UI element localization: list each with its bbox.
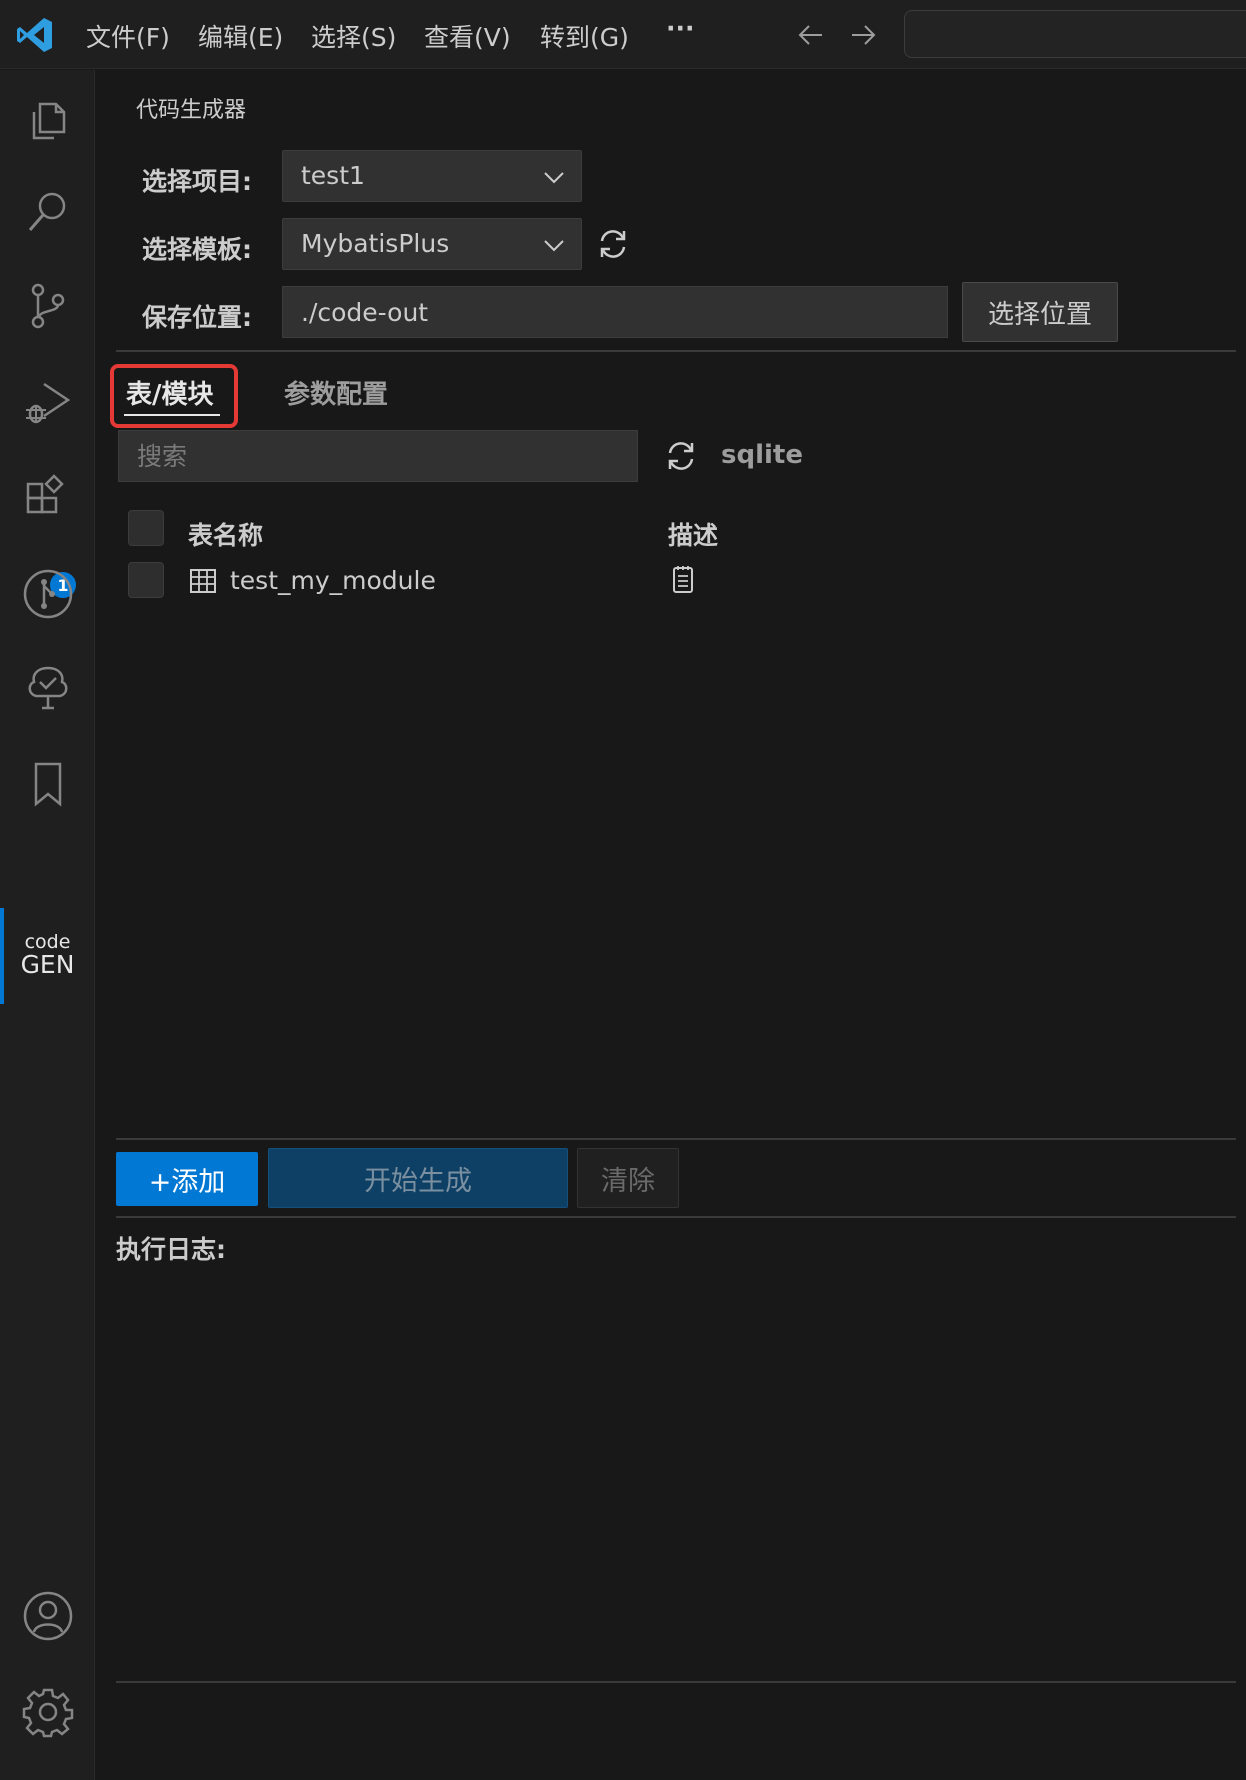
actions-divider-bottom xyxy=(116,1216,1236,1218)
col-header-table-name: 表名称 xyxy=(188,521,264,550)
db-type-label: sqlite xyxy=(721,440,803,470)
tab-parameter-config[interactable]: 参数配置 xyxy=(284,374,388,411)
start-generate-button[interactable]: 开始生成 xyxy=(268,1148,568,1208)
forward-arrow-icon[interactable] xyxy=(848,20,878,50)
title-bar: 文件(F) 编辑(E) 选择(S) 查看(V) 转到(G) ··· xyxy=(0,0,1246,69)
command-center[interactable] xyxy=(904,10,1246,58)
save-location-label: 保存位置: xyxy=(142,303,252,332)
row-table-name: test_my_module xyxy=(230,566,436,595)
source-control-icon[interactable] xyxy=(22,280,74,332)
panel-title: 代码生成器 xyxy=(136,98,247,123)
active-tab-underline xyxy=(124,414,220,416)
clear-button[interactable]: 清除 xyxy=(577,1148,679,1208)
codegen-label-top: code xyxy=(24,931,71,953)
codegen-panel: 代码生成器 选择项目: test1 选择模板: MybatisPlus 保存位置… xyxy=(96,70,1246,1780)
row-checkbox[interactable] xyxy=(128,562,164,598)
refresh-tables-icon[interactable] xyxy=(664,439,698,473)
test-tree-icon[interactable] xyxy=(22,662,74,714)
vscode-logo-icon xyxy=(17,18,52,52)
log-bottom-divider xyxy=(116,1681,1236,1683)
select-all-checkbox[interactable] xyxy=(128,510,164,546)
section-divider xyxy=(116,350,1236,352)
settings-gear-icon[interactable] xyxy=(22,1686,74,1738)
chevron-down-icon xyxy=(544,240,564,252)
menu-view[interactable]: 查看(V) xyxy=(424,18,511,54)
project-select-value: test1 xyxy=(301,161,365,190)
search-icon[interactable] xyxy=(22,186,74,238)
save-location-input[interactable] xyxy=(282,286,948,338)
actions-divider-top xyxy=(116,1138,1236,1140)
menu-edit[interactable]: 编辑(E) xyxy=(198,18,283,54)
template-select[interactable]: MybatisPlus xyxy=(282,218,582,270)
notepad-icon[interactable] xyxy=(668,564,698,594)
bookmark-icon[interactable] xyxy=(22,758,74,810)
template-label: 选择模板: xyxy=(142,235,252,264)
codegen-label-bottom: GEN xyxy=(20,950,75,979)
extensions-icon[interactable] xyxy=(22,470,74,522)
menu-go[interactable]: 转到(G) xyxy=(540,18,629,54)
menu-more[interactable]: ··· xyxy=(666,14,695,43)
add-button[interactable]: +添加 xyxy=(116,1152,258,1206)
execution-log-label: 执行日志: xyxy=(116,1235,226,1264)
table-search-input[interactable] xyxy=(118,430,638,482)
back-arrow-icon[interactable] xyxy=(796,20,826,50)
explorer-icon[interactable] xyxy=(22,92,74,144)
table-grid-icon xyxy=(190,569,216,593)
activity-bar: 1 code GEN xyxy=(0,70,95,1780)
git-graph-icon[interactable] xyxy=(22,568,74,620)
project-select[interactable]: test1 xyxy=(282,150,582,202)
choose-location-button[interactable]: 选择位置 xyxy=(962,282,1118,342)
codegen-activity-item[interactable]: code GEN xyxy=(0,932,95,978)
menu-file[interactable]: 文件(F) xyxy=(86,18,170,54)
account-icon[interactable] xyxy=(22,1590,74,1642)
run-debug-icon[interactable] xyxy=(22,376,74,428)
chevron-down-icon xyxy=(544,172,564,184)
tab-tables-modules[interactable]: 表/模块 xyxy=(126,374,214,411)
refresh-templates-icon[interactable] xyxy=(596,227,630,261)
project-label: 选择项目: xyxy=(142,167,252,196)
template-select-value: MybatisPlus xyxy=(301,229,450,258)
col-header-description: 描述 xyxy=(668,521,719,550)
menu-selection[interactable]: 选择(S) xyxy=(311,18,396,54)
